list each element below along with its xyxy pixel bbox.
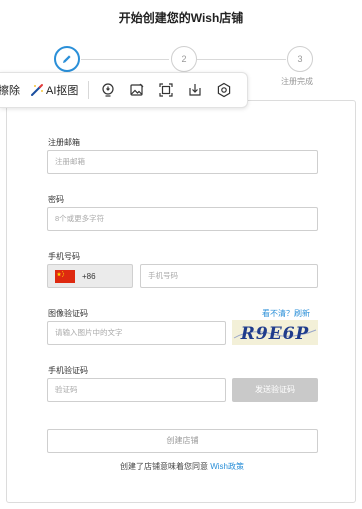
page-title: 开始创建您的Wish店铺 xyxy=(118,11,244,25)
captcha-text: R9E6P xyxy=(240,324,310,344)
step-3-indicator: 3 xyxy=(287,46,313,72)
ai-cutout-label: AI抠图 xyxy=(46,85,79,97)
step-connector xyxy=(197,59,286,60)
captcha-refresh-link[interactable]: 看不清？刷新 xyxy=(262,308,310,319)
step-connector xyxy=(81,59,169,60)
china-flag-icon xyxy=(55,269,75,283)
agreement-text: 创建了店铺意味着您同意 Wish政策 xyxy=(7,461,357,472)
create-store-button[interactable]: 创建店铺 xyxy=(47,429,318,453)
wish-policy-link[interactable]: Wish政策 xyxy=(210,462,244,471)
toolbar-divider xyxy=(88,81,90,99)
phone-label: 手机号码 xyxy=(48,252,80,261)
registration-form-card: 注册邮箱 注册邮箱 密码 8个或更多字符 手机号码 +86 手机号码 图像验证码… xyxy=(6,100,356,503)
pin-icon[interactable] xyxy=(97,79,119,101)
settings-icon[interactable] xyxy=(213,79,235,101)
erase-button[interactable]: 擦除 xyxy=(0,82,20,98)
send-code-button[interactable]: 发送验证码 xyxy=(232,378,318,402)
captcha-image[interactable]: R9E6P xyxy=(232,320,318,345)
sms-code-field[interactable]: 验证码 xyxy=(47,378,226,402)
password-label: 密码 xyxy=(48,195,64,204)
country-code-select[interactable]: +86 xyxy=(47,264,133,288)
image-captcha-label: 图像验证码 xyxy=(48,309,88,318)
step-2-indicator: 2 xyxy=(171,46,197,72)
step-1-indicator xyxy=(54,46,80,72)
email-field[interactable]: 注册邮箱 xyxy=(47,150,318,174)
email-label: 注册邮箱 xyxy=(48,138,80,147)
country-code: +86 xyxy=(82,271,96,281)
floating-toolbar: 擦除 AI抠图 xyxy=(0,72,248,108)
agreement-prefix: 创建了店铺意味着您同意 xyxy=(119,462,211,471)
download-icon[interactable] xyxy=(184,79,206,101)
step-3-label: 注册完成 xyxy=(281,77,313,86)
crop-frame-icon[interactable] xyxy=(155,79,177,101)
sms-code-label: 手机验证码 xyxy=(48,366,88,375)
ai-cutout-button[interactable]: AI抠图 xyxy=(30,82,78,98)
magic-wand-icon xyxy=(31,84,43,96)
phone-field[interactable]: 手机号码 xyxy=(140,264,318,288)
image-edit-icon[interactable] xyxy=(126,79,148,101)
image-captcha-field[interactable]: 请输入图片中的文字 xyxy=(47,321,226,345)
pencil-icon xyxy=(63,55,71,63)
password-field[interactable]: 8个或更多字符 xyxy=(47,207,318,231)
